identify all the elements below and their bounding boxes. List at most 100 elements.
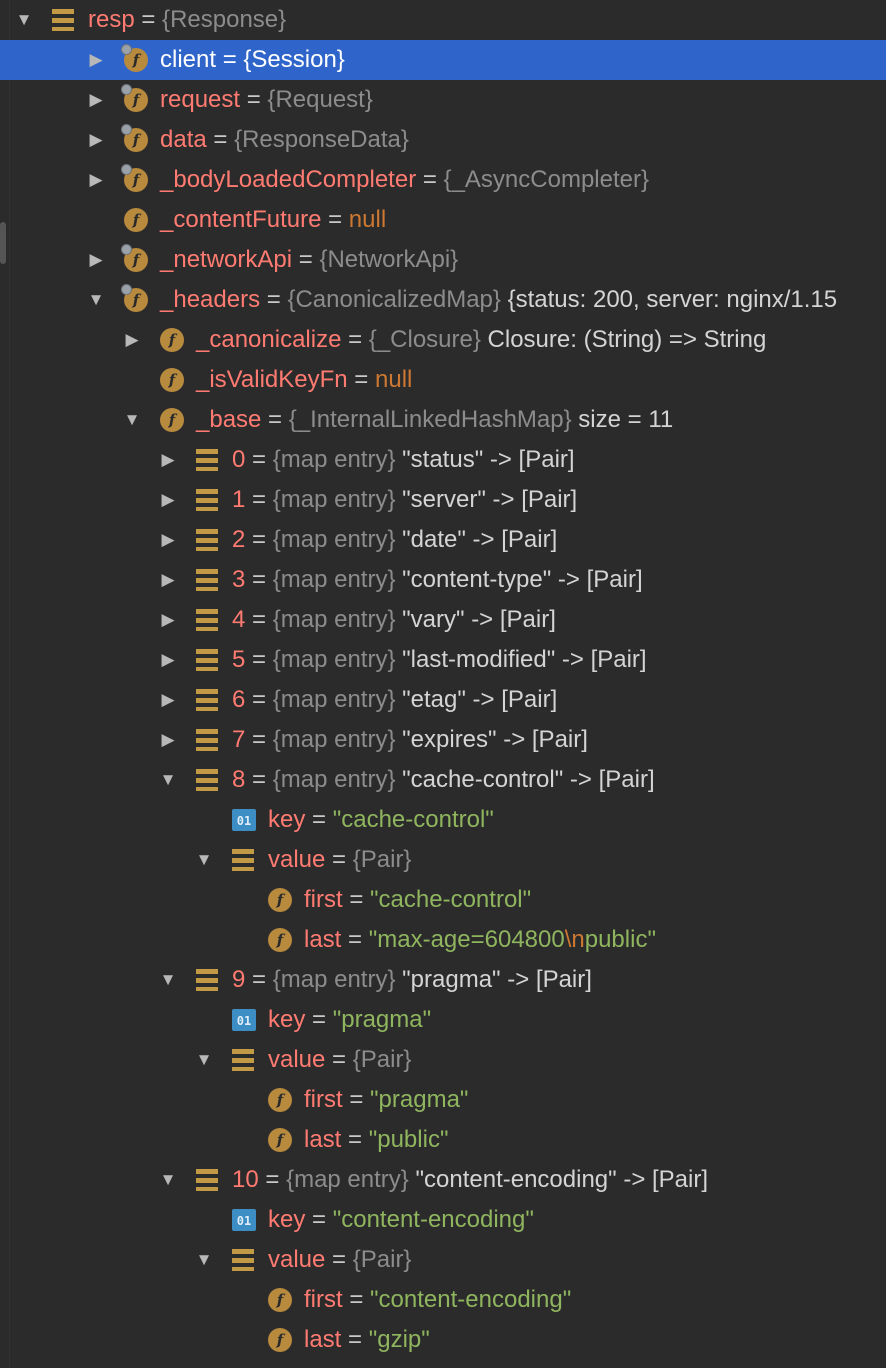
variable-type: {map entry} [272, 566, 396, 593]
expand-arrow-icon[interactable]: ▶ [86, 80, 106, 120]
collapse-arrow-icon[interactable]: ▼ [122, 400, 142, 440]
tree-row-first[interactable]: f first = "cache-control" [0, 880, 886, 920]
collapse-arrow-icon[interactable]: ▼ [158, 960, 178, 1000]
field-icon: f [121, 244, 148, 272]
variable-name: _base [196, 406, 262, 433]
tree-row-last[interactable]: f last = "public" [0, 1120, 886, 1160]
variable-value: "content-encoding" [332, 1206, 534, 1233]
tree-row-value[interactable]: ▼ value = {Pair} [0, 1040, 886, 1080]
variable-name: 8 [232, 766, 246, 793]
expand-arrow-icon[interactable]: ▶ [158, 680, 178, 720]
tree-row-2[interactable]: ▶ 2 = {map entry} "date" -> [Pair] [0, 520, 886, 560]
tree-row--headers[interactable]: ▼ f _headers = {CanonicalizedMap} {status:… [0, 280, 886, 320]
tree-row-value[interactable]: ▼ value = {Pair} [0, 1240, 886, 1280]
variable-name: data [160, 126, 207, 153]
object-icon [232, 1049, 254, 1071]
tree-row-data[interactable]: ▶ f data = {ResponseData} [0, 120, 886, 160]
tree-row-resp[interactable]: ▼ resp = {Response} [0, 0, 886, 40]
tree-row--networkapi[interactable]: ▶ f _networkApi = {NetworkApi} [0, 240, 886, 280]
tree-row-last[interactable]: f last = "gzip" [0, 1320, 886, 1360]
equals-sign: = [260, 286, 288, 313]
field-icon: f [121, 44, 148, 72]
collapse-arrow-icon[interactable]: ▼ [158, 760, 178, 800]
variable-name: _isValidKeyFn [196, 366, 348, 393]
tree-row-first[interactable]: f first = "pragma" [0, 1080, 886, 1120]
tree-row--base[interactable]: ▼ f _base = {_InternalLinkedHashMap} size … [0, 400, 886, 440]
variable-type: {map entry} [286, 1166, 409, 1193]
tree-row-9[interactable]: ▼ 9 = {map entry} "pragma" -> [Pair] [0, 960, 886, 1000]
expand-arrow-icon[interactable]: ▶ [122, 320, 142, 360]
object-icon [196, 649, 218, 671]
variable-type: {CanonicalizedMap} [287, 286, 501, 313]
variable-name: last [304, 926, 342, 953]
variable-name: first [304, 1286, 343, 1313]
variable-name: 7 [232, 726, 246, 753]
tree-row-10[interactable]: ▼ 10 = {map entry} "content-encoding" -> … [0, 1160, 886, 1200]
equals-sign: = [342, 886, 371, 913]
variable-name: first [304, 1086, 343, 1113]
tree-row-value[interactable]: ▼ value = {Pair} [0, 840, 886, 880]
variable-value: "max-age=604800 [368, 926, 565, 953]
tree-row--contentfuture[interactable]: f _contentFuture = null [0, 200, 886, 240]
tree-row-7[interactable]: ▶ 7 = {map entry} "expires" -> [Pair] [0, 720, 886, 760]
equals-sign: = [245, 966, 273, 993]
expand-arrow-icon[interactable]: ▶ [158, 480, 178, 520]
variable-type: {map entry} [272, 606, 396, 633]
variable-name: _bodyLoadedCompleter [160, 166, 417, 193]
equals-sign: = [342, 1086, 371, 1113]
equals-sign: = [342, 1286, 371, 1313]
equals-sign: = [325, 846, 353, 873]
field-icon: f [121, 164, 148, 192]
collapse-arrow-icon[interactable]: ▼ [194, 840, 214, 880]
variable-value-rest: public" [584, 926, 656, 953]
collapse-arrow-icon[interactable]: ▼ [194, 1240, 214, 1280]
variable-value: "content-type" -> [Pair] [402, 566, 643, 593]
tree-row-key[interactable]: 01 key = "pragma" [0, 1000, 886, 1040]
collapse-arrow-icon[interactable]: ▼ [14, 0, 34, 40]
variable-value: Closure: (String) => String [487, 326, 767, 353]
expand-arrow-icon[interactable]: ▶ [158, 560, 178, 600]
collapse-arrow-icon[interactable]: ▼ [158, 1160, 178, 1200]
variable-value: null [348, 206, 387, 233]
object-icon [196, 1169, 218, 1191]
expand-arrow-icon[interactable]: ▶ [86, 240, 106, 280]
tree-row-client[interactable]: ▶ f client = {Session} [0, 40, 886, 80]
variable-name: 5 [232, 646, 246, 673]
tree-row--isvalidkeyfn[interactable]: f _isValidKeyFn = null [0, 360, 886, 400]
expand-arrow-icon[interactable]: ▶ [158, 600, 178, 640]
expand-arrow-icon[interactable]: ▶ [158, 520, 178, 560]
tree-row-8[interactable]: ▼ 8 = {map entry} "cache-control" -> [Pai… [0, 760, 886, 800]
primitive-icon: 01 [232, 809, 256, 831]
tree-row--canonicalize[interactable]: ▶ f _canonicalize = {_Closure} Closure: (S… [0, 320, 886, 360]
tree-row-request[interactable]: ▶ f request = {Request} [0, 80, 886, 120]
variable-name: last [304, 1126, 342, 1153]
equals-sign: = [305, 806, 333, 833]
tree-row-6[interactable]: ▶ 6 = {map entry} "etag" -> [Pair] [0, 680, 886, 720]
tree-row-0[interactable]: ▶ 0 = {map entry} "status" -> [Pair] [0, 440, 886, 480]
variable-name: _networkApi [160, 246, 293, 273]
tree-row-1[interactable]: ▶ 1 = {map entry} "server" -> [Pair] [0, 480, 886, 520]
collapse-arrow-icon[interactable]: ▼ [86, 280, 106, 320]
variable-value: "cache-control" -> [Pair] [402, 766, 655, 793]
tree-row-first[interactable]: f first = "content-encoding" [0, 1280, 886, 1320]
equals-sign: = [245, 526, 273, 553]
tree-row-4[interactable]: ▶ 4 = {map entry} "vary" -> [Pair] [0, 600, 886, 640]
variable-value: null [375, 366, 413, 393]
tree-row-key[interactable]: 01 key = "content-encoding" [0, 1200, 886, 1240]
expand-arrow-icon[interactable]: ▶ [158, 720, 178, 760]
tree-row--bodyloadedcompleter[interactable]: ▶ f _bodyLoadedCompleter = {_AsyncComplete… [0, 160, 886, 200]
expand-arrow-icon[interactable]: ▶ [86, 40, 106, 80]
variable-value: "vary" -> [Pair] [402, 606, 556, 633]
tree-row-3[interactable]: ▶ 3 = {map entry} "content-type" -> [Pair… [0, 560, 886, 600]
tree-row-5[interactable]: ▶ 5 = {map entry} "last-modified" -> [Pai… [0, 640, 886, 680]
collapse-arrow-icon[interactable]: ▼ [194, 1040, 214, 1080]
expand-arrow-icon[interactable]: ▶ [158, 640, 178, 680]
tree-row-last[interactable]: f last = "max-age=604800\npublic" [0, 920, 886, 960]
expand-arrow-icon[interactable]: ▶ [86, 120, 106, 160]
equals-sign: = [341, 926, 369, 953]
tree-row-key[interactable]: 01 key = "cache-control" [0, 800, 886, 840]
expand-arrow-icon[interactable]: ▶ [86, 160, 106, 200]
variable-value: "public" [368, 1126, 449, 1153]
variable-value: "server" -> [Pair] [402, 486, 578, 513]
expand-arrow-icon[interactable]: ▶ [158, 440, 178, 480]
